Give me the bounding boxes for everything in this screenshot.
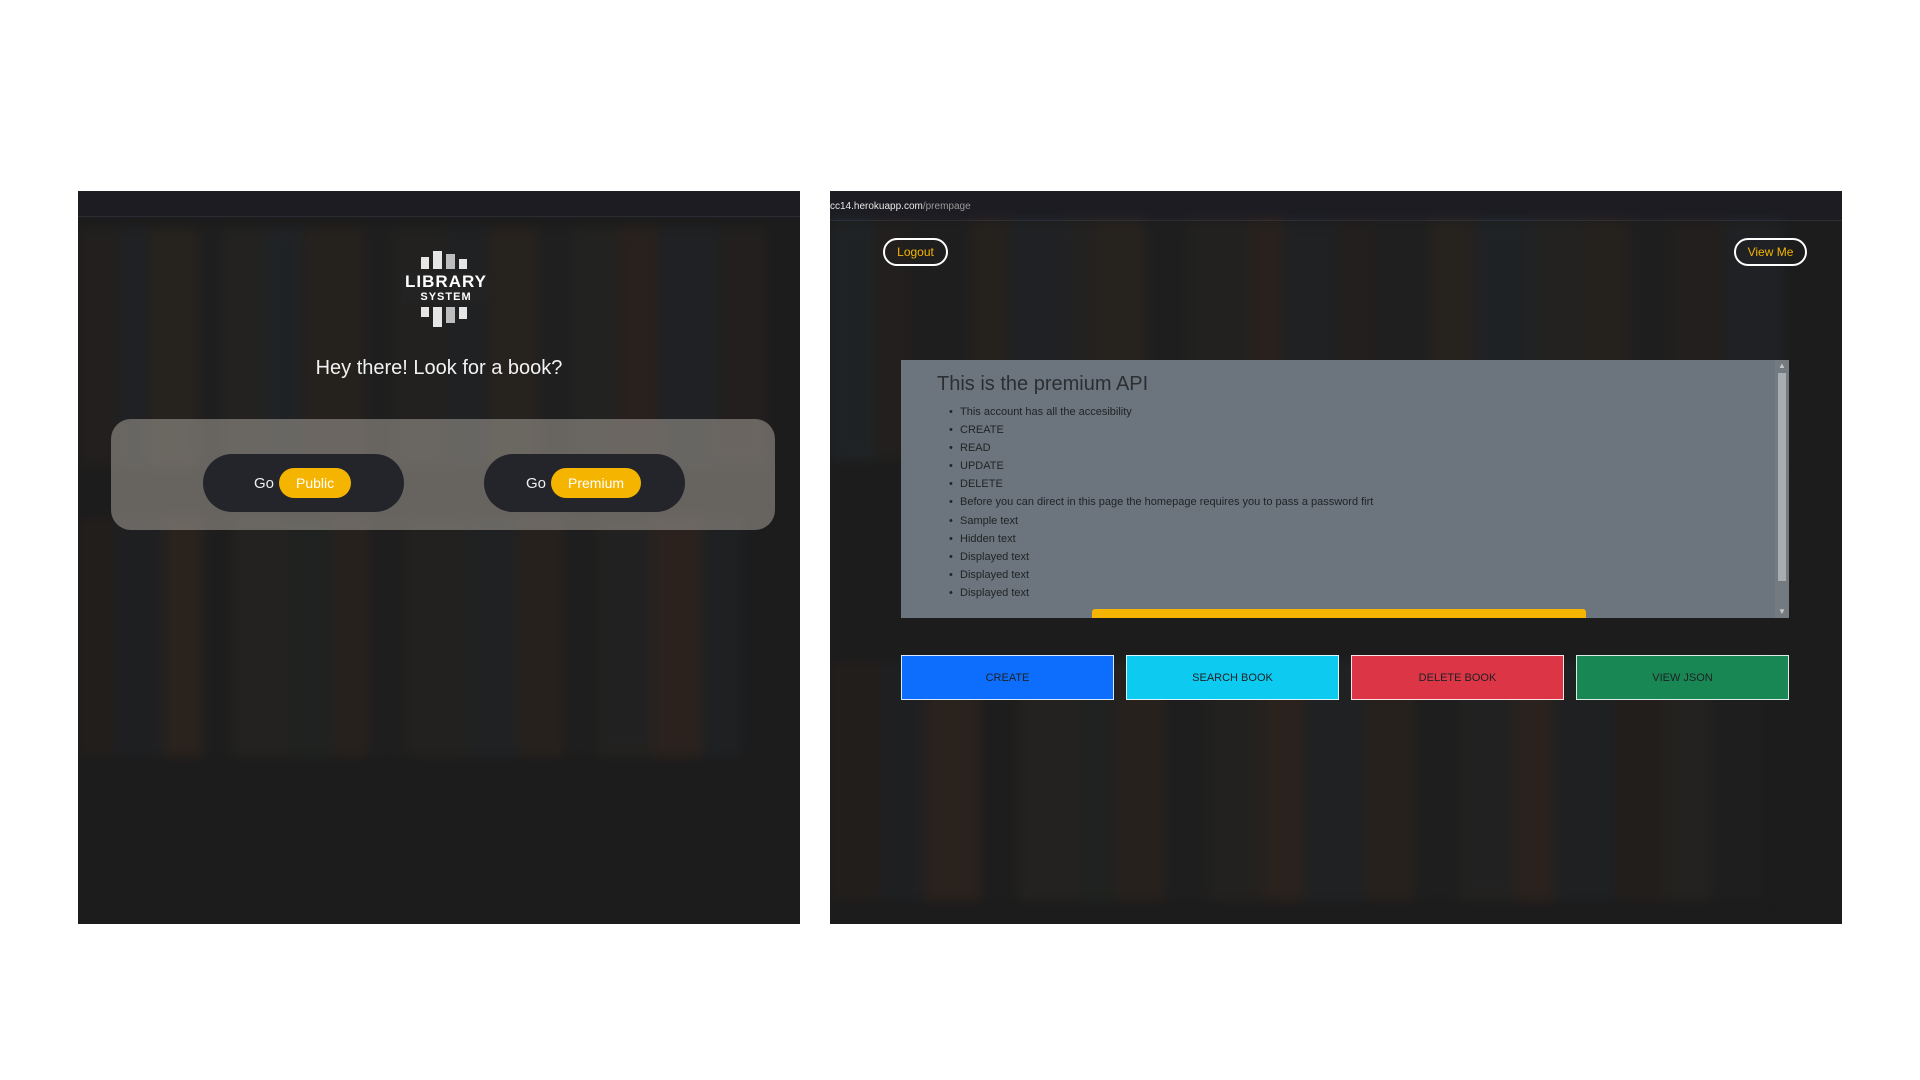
browser-top-bar — [78, 191, 800, 217]
list-item: CREATE — [937, 421, 1373, 439]
api-title: This is the premium API — [937, 373, 1149, 395]
list-item: UPDATE — [937, 457, 1373, 475]
list-item: Displayed text — [937, 584, 1373, 602]
logout-button[interactable]: Logout — [883, 238, 948, 266]
search-book-button[interactable]: SEARCH BOOK — [1126, 655, 1339, 700]
api-feature-list: This account has all the accesibility CR… — [937, 403, 1373, 602]
go-word: Go — [254, 474, 275, 492]
list-item: READ — [937, 439, 1373, 457]
public-landing-screenshot: LIBRARY SYSTEM Hey there! Look for a boo… — [78, 191, 800, 924]
premium-chip: Premium — [551, 468, 642, 498]
yellow-accent-bar — [1092, 609, 1586, 618]
list-item: Displayed text — [937, 548, 1373, 566]
go-word: Go — [526, 474, 547, 492]
create-button[interactable]: CREATE — [901, 655, 1114, 700]
list-item: Displayed text — [937, 566, 1373, 584]
api-content: This is the premium API This account has… — [901, 360, 1775, 618]
library-system-logo: LIBRARY SYSTEM — [401, 251, 491, 329]
scroll-thumb[interactable] — [1778, 373, 1786, 581]
list-item: Sample text — [937, 512, 1373, 530]
access-choice-card: Go Public Go Premium — [111, 419, 775, 530]
list-item: Hidden text — [937, 530, 1373, 548]
api-panel-scrollbar[interactable]: ▲ ▼ — [1775, 360, 1789, 618]
logo-line1: LIBRARY — [401, 273, 491, 291]
go-public-button[interactable]: Go Public — [203, 454, 404, 512]
view-me-button[interactable]: View Me — [1734, 238, 1807, 266]
url-host: cc14.herokuapp.com — [830, 201, 923, 212]
url-text[interactable]: cc14.herokuapp.com/prempage — [830, 201, 971, 212]
list-item: DELETE — [937, 475, 1373, 493]
go-premium-button[interactable]: Go Premium — [484, 454, 685, 512]
url-path: /prempage — [922, 201, 971, 212]
browser-address-bar: cc14.herokuapp.com/prempage — [830, 191, 1842, 221]
logo-line2: SYSTEM — [401, 291, 491, 303]
scroll-up-icon[interactable]: ▲ — [1775, 360, 1789, 372]
premium-page-screenshot: cc14.herokuapp.com/prempage Logout View … — [830, 191, 1842, 924]
premium-api-panel: This is the premium API This account has… — [901, 360, 1789, 618]
scroll-down-icon[interactable]: ▼ — [1775, 606, 1789, 618]
public-chip: Public — [279, 468, 352, 498]
list-item: This account has all the accesibility — [937, 403, 1373, 421]
list-item: Before you can direct in this page the h… — [937, 493, 1373, 511]
greeting-heading: Hey there! Look for a book? — [315, 357, 563, 379]
delete-book-button[interactable]: DELETE BOOK — [1351, 655, 1564, 700]
view-json-button[interactable]: VIEW JSON — [1576, 655, 1789, 700]
